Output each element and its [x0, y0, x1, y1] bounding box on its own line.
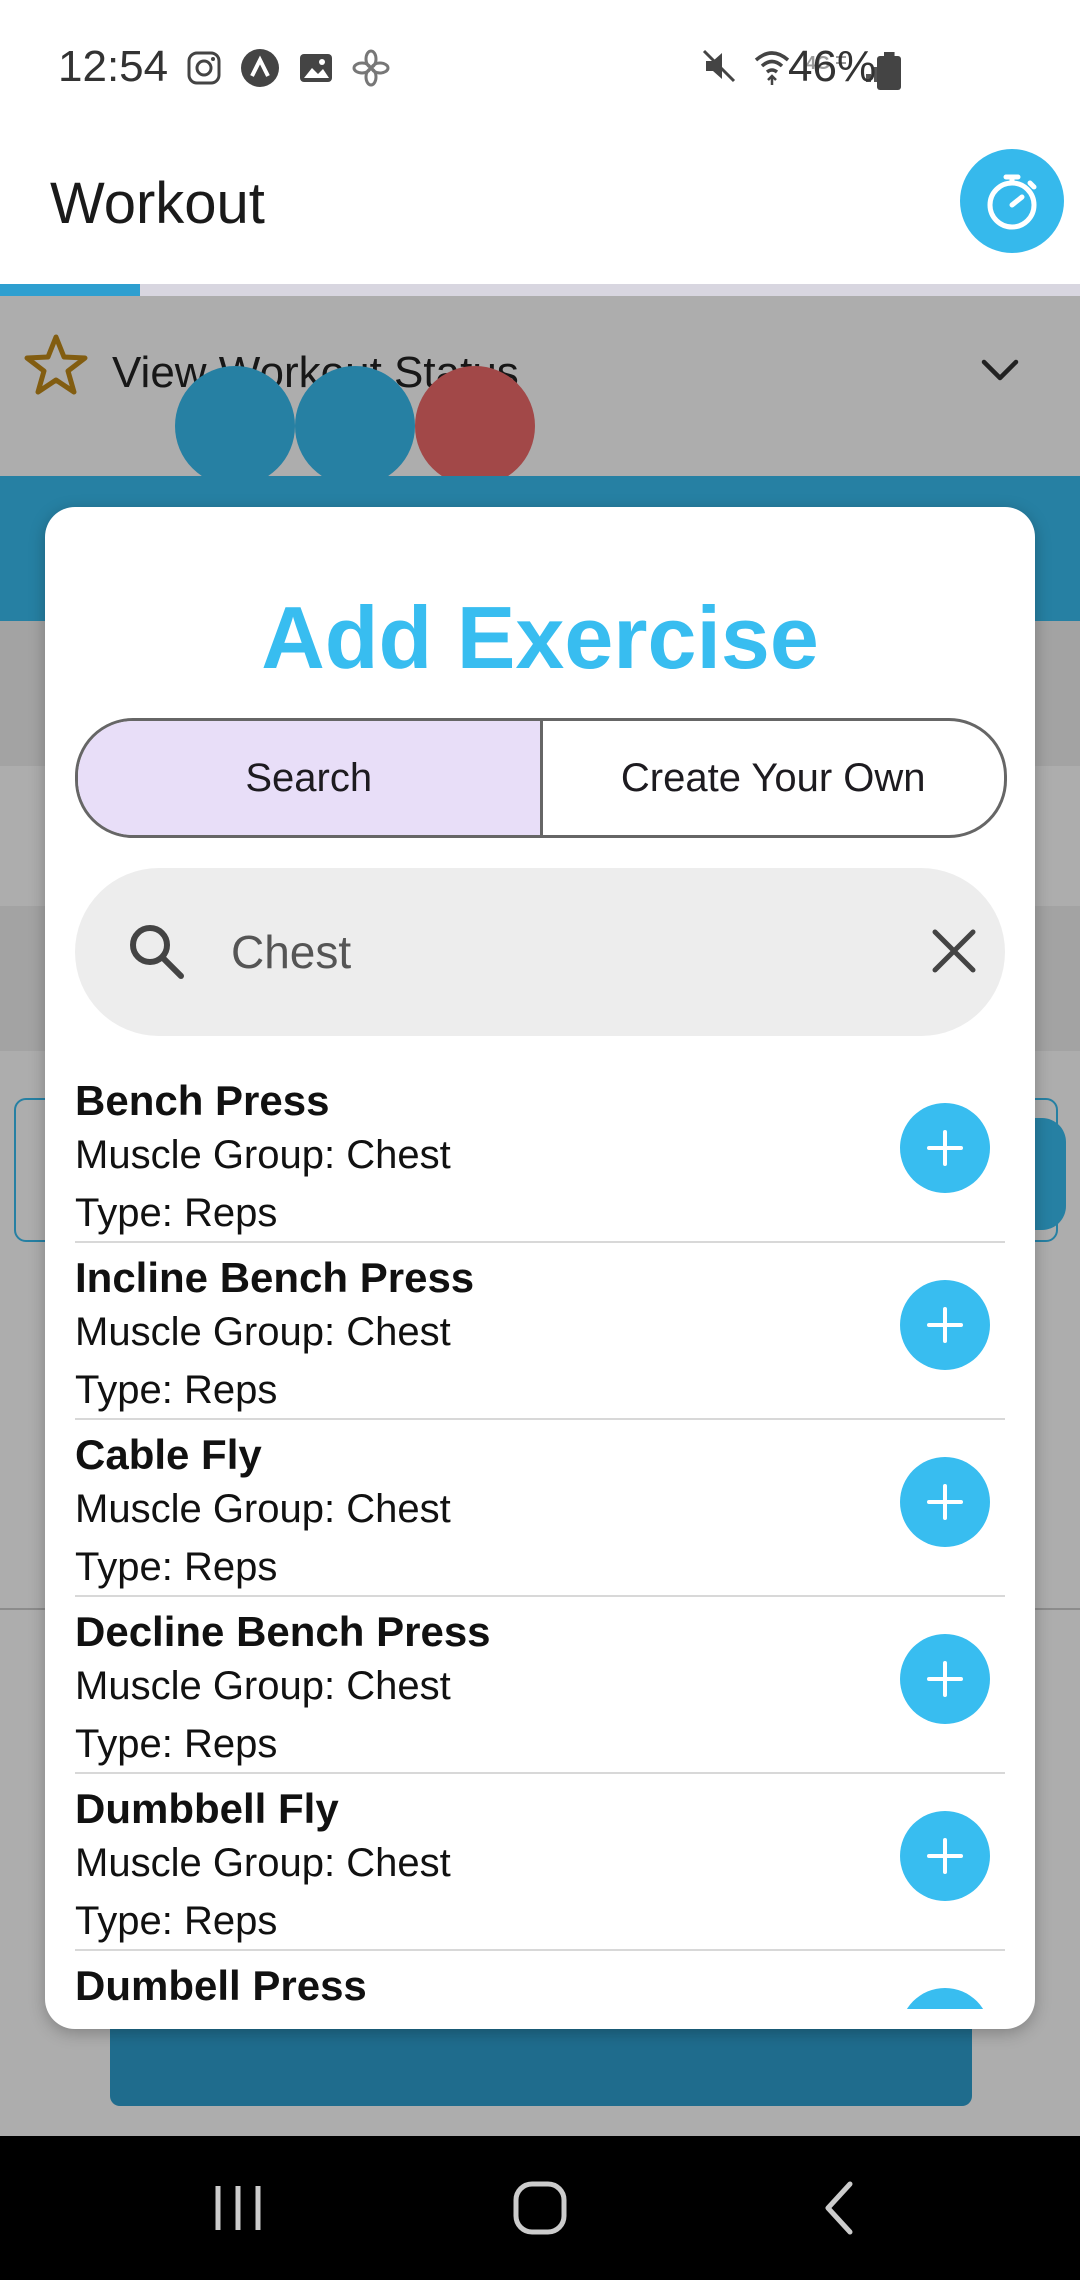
exercise-muscle-group: Muscle Group: Chest — [75, 1664, 451, 1708]
plus-icon — [927, 1130, 963, 1166]
instagram-icon — [187, 51, 221, 85]
exercise-muscle-group: Muscle Group: Chest — [75, 1133, 451, 1177]
add-exercise-button[interactable] — [900, 1811, 990, 1901]
exercise-name: Bench Press — [75, 1077, 330, 1124]
battery-icon — [877, 52, 901, 90]
app-icon — [241, 49, 279, 87]
navigation-bar — [0, 2136, 1080, 2280]
battery-percent: 46% — [788, 42, 877, 91]
mute-icon — [702, 49, 736, 83]
exercise-list-item: Decline Bench Press Muscle Group: Chest Ty… — [75, 1598, 1005, 1774]
add-exercise-button[interactable] — [900, 1988, 990, 2009]
exercise-type: Type: Reps — [75, 1545, 278, 1589]
close-icon[interactable] — [927, 924, 981, 978]
add-exercise-button[interactable] — [900, 1634, 990, 1724]
exercise-list-item: Dumbell PressMuscle Group: ChestType: Re… — [75, 1952, 1005, 2009]
plus-icon — [927, 1484, 963, 1520]
timer-button[interactable] — [960, 149, 1064, 253]
search-bar — [75, 868, 1005, 1036]
workout-progress-fill — [0, 284, 141, 296]
exercise-list-item: Dumbbell Fly Muscle Group: Chest Type: Rep… — [75, 1775, 1005, 1951]
plus-icon — [927, 1838, 963, 1874]
exercise-muscle-group: Muscle Group: Chest — [75, 1487, 451, 1531]
back-button[interactable] — [800, 2176, 880, 2240]
recent-apps-icon — [215, 2186, 261, 2230]
add-exercise-button[interactable] — [900, 1103, 990, 1193]
exercise-muscle-group: Muscle Group: Chest — [75, 1310, 451, 1354]
exercise-type: Type: Reps — [75, 1722, 278, 1766]
page-title: Workout — [50, 171, 265, 236]
home-icon — [513, 2181, 567, 2235]
status-left-icons — [186, 48, 390, 88]
stopwatch-icon — [987, 174, 1037, 230]
recent-apps-button[interactable] — [198, 2176, 278, 2240]
add-exercise-dialog: Add Exercise Search Create Your Own Benc… — [45, 507, 1035, 2029]
tab-create-your-own[interactable]: Create Your Own — [543, 721, 1005, 835]
search-input[interactable] — [231, 922, 831, 982]
workout-progress-bar — [0, 284, 1080, 296]
mode-toggle: Search Create Your Own — [75, 718, 1007, 838]
add-exercise-button[interactable] — [900, 1457, 990, 1547]
status-bar: 12:54 4G 46% — [0, 0, 1080, 140]
tab-search[interactable]: Search — [78, 721, 540, 835]
exercise-list-item: Cable Fly Muscle Group: Chest Type: Reps — [75, 1421, 1005, 1597]
exercise-list: Bench Press Muscle Group: Chest Type: Reps… — [75, 1067, 1005, 2009]
exercise-name: Decline Bench Press — [75, 1608, 491, 1655]
plus-icon — [927, 1307, 963, 1343]
status-time: 12:54 — [58, 42, 169, 91]
plus-icon — [927, 1661, 963, 1697]
exercise-muscle-group: Muscle Group: Chest — [75, 1841, 451, 1885]
exercise-list-item: Incline Bench Press Muscle Group: Chest Ty… — [75, 1244, 1005, 1420]
exercise-list-item: Bench Press Muscle Group: Chest Type: Reps — [75, 1067, 1005, 1243]
wifi-icon — [754, 51, 790, 85]
exercise-type: Type: Reps — [75, 1899, 278, 1943]
exercise-name: Incline Bench Press — [75, 1254, 475, 1301]
search-icon[interactable] — [125, 920, 187, 982]
exercise-name: Dumbell Press — [75, 1962, 367, 2009]
exercise-name: Dumbbell Fly — [75, 1785, 339, 1832]
pinwheel-icon — [352, 49, 390, 87]
gallery-icon — [300, 54, 332, 82]
exercise-type: Type: Reps — [75, 1191, 278, 1235]
back-icon — [825, 2181, 853, 2235]
exercise-type: Type: Reps — [75, 1368, 278, 1412]
app-bar: Workout — [0, 140, 1080, 284]
add-exercise-button[interactable] — [900, 1280, 990, 1370]
home-button[interactable] — [500, 2176, 580, 2240]
dialog-title: Add Exercise — [261, 588, 819, 687]
exercise-name: Cable Fly — [75, 1431, 262, 1478]
